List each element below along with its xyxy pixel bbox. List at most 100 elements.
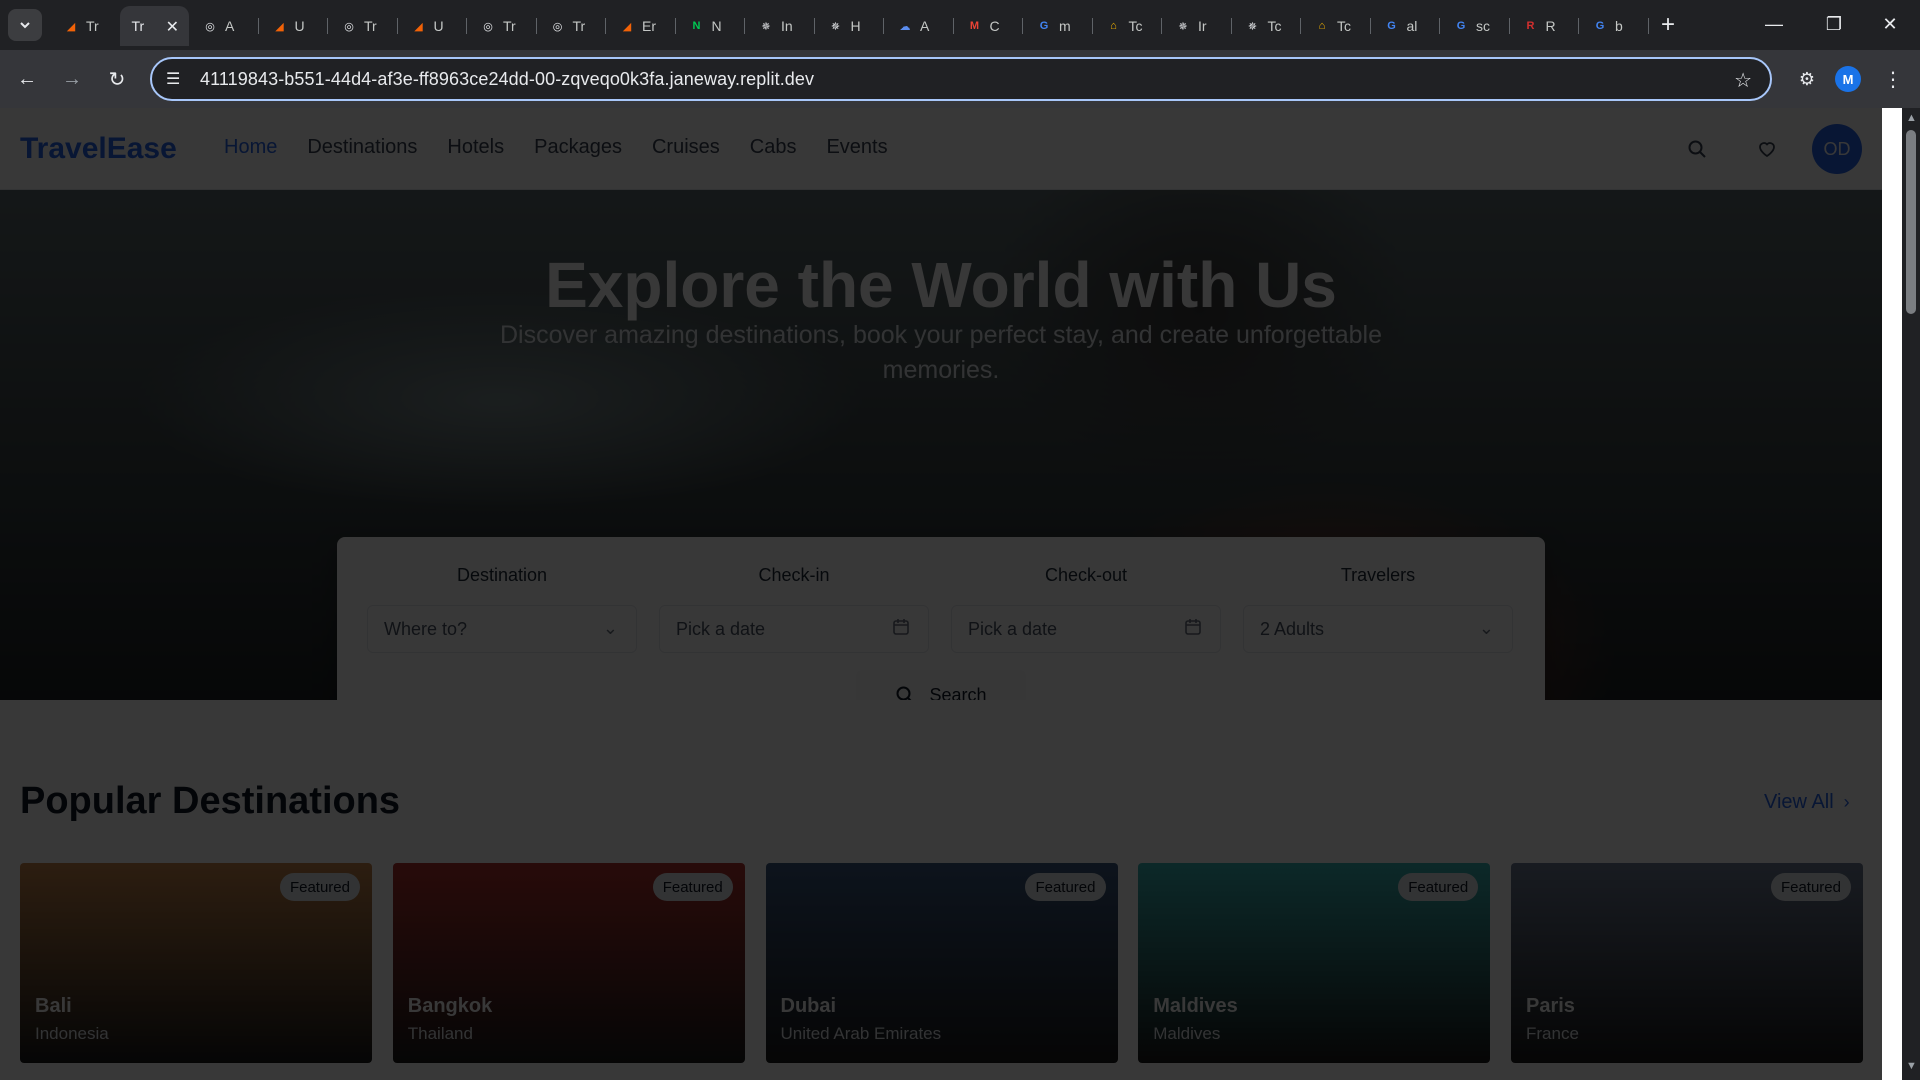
destination-card-maldives[interactable]: Featured Maldives Maldives xyxy=(1138,863,1491,1063)
destination-name: Maldives xyxy=(1153,995,1238,1017)
browser-tab[interactable]: NN xyxy=(676,6,746,46)
browser-tab[interactable]: ☁ A xyxy=(884,6,954,46)
close-window-button[interactable]: ✕ xyxy=(1862,6,1918,42)
check-in-value: Pick a date xyxy=(676,618,766,639)
check-in-date-picker[interactable]: Pick a date xyxy=(659,605,929,653)
site-logo[interactable]: TravelEase xyxy=(20,132,177,166)
browser-tab[interactable]: ◎ A xyxy=(189,6,259,46)
destination-card-paris[interactable]: Featured Paris France xyxy=(1511,863,1863,1063)
nav-item-destinations[interactable]: Destinations xyxy=(307,136,417,159)
profile-initial: M xyxy=(1842,71,1854,87)
featured-badge: Featured xyxy=(1025,873,1106,901)
page-scrollbar[interactable]: ▲ ▼ xyxy=(1902,108,1920,1080)
browser-tab[interactable]: ◢ U xyxy=(398,6,468,46)
profile-button[interactable]: M xyxy=(1835,66,1861,92)
scroll-down-icon[interactable]: ▼ xyxy=(1906,1060,1917,1072)
replit-icon: ◢ xyxy=(66,20,76,33)
browser-tab[interactable]: ◢ U xyxy=(259,6,329,46)
url-text[interactable]: 41119843-b551-44d4-af3e-ff8963ce24dd-00-… xyxy=(200,69,814,90)
openai-icon: ✵ xyxy=(761,20,771,33)
browser-tab[interactable]: Gb xyxy=(1579,6,1649,46)
nav-item-packages[interactable]: Packages xyxy=(534,136,622,159)
browser-tab[interactable]: ✵ H xyxy=(815,6,885,46)
travelease-page: TravelEase Home Destinations Hotels Package… xyxy=(0,108,1882,1080)
destination-country: Maldives xyxy=(1153,1024,1221,1043)
browser-tab[interactable]: ◎ Tr xyxy=(467,6,537,46)
nav-item-events[interactable]: Events xyxy=(826,136,887,159)
n-logo-icon: N xyxy=(692,20,701,32)
extensions-button[interactable]: ⚙ xyxy=(1790,62,1824,96)
tab-title: Tr xyxy=(572,18,586,34)
destination-card-dubai[interactable]: Featured Dubai United Arab Emirates xyxy=(765,863,1118,1063)
tab-title: Tr xyxy=(503,18,516,34)
destination-label: Destination xyxy=(456,565,548,585)
check-out-date-picker[interactable]: Pick a date xyxy=(951,605,1221,653)
search-button[interactable] xyxy=(1682,134,1712,164)
destination-card-bali[interactable]: Featured Bali Indonesia xyxy=(20,863,372,1063)
destination-value: Where to? xyxy=(384,618,468,639)
browser-tab[interactable]: MC xyxy=(954,6,1024,46)
bookmark-star-icon[interactable]: ☆ xyxy=(1734,68,1752,93)
search-submit-button[interactable]: Search xyxy=(856,670,1026,700)
booking-search-card: Destination Where to? ⌄ Check-in Pick a … xyxy=(337,537,1545,700)
destination-select[interactable]: Where to? ⌄ xyxy=(367,605,637,653)
browser-tab[interactable]: ✵ In xyxy=(745,6,815,46)
house-icon: ⌂ xyxy=(1110,20,1117,32)
google-icon: G xyxy=(1456,20,1466,32)
nav-item-cabs[interactable]: Cabs xyxy=(750,136,797,159)
tab-title: C xyxy=(989,18,1000,34)
featured-badge: Featured xyxy=(1770,873,1851,901)
tab-search-button[interactable] xyxy=(8,9,42,41)
site-settings-icon[interactable]: ☰ xyxy=(166,69,190,89)
nav-item-cruises[interactable]: Cruises xyxy=(652,136,720,159)
browser-tab[interactable]: ✵ Tc xyxy=(1232,6,1302,46)
minimize-button[interactable]: — xyxy=(1746,6,1802,42)
openai-icon: ✵ xyxy=(830,20,841,33)
check-out-value: Pick a date xyxy=(968,618,1058,639)
browser-tab[interactable]: Gsc xyxy=(1440,6,1510,46)
destination-country: Indonesia xyxy=(35,1024,109,1043)
calendar-icon xyxy=(892,618,910,641)
browser-tab[interactable]: ⌂ Tc xyxy=(1301,6,1371,46)
travelers-select[interactable]: 2 Adults ⌄ xyxy=(1243,605,1513,653)
tab-title: R xyxy=(1545,18,1556,34)
close-tab-icon[interactable]: ✕ xyxy=(166,17,179,37)
scroll-thumb[interactable] xyxy=(1906,130,1916,314)
google-icon: G xyxy=(1387,20,1396,32)
tab-title: sc xyxy=(1476,18,1490,34)
browser-tab[interactable]: RR xyxy=(1510,6,1580,46)
browser-tab[interactable]: ◢ Er xyxy=(606,6,676,46)
featured-badge: Featured xyxy=(1398,873,1479,901)
browser-tab[interactable]: ✵ Ir xyxy=(1162,6,1232,46)
travelers-value: 2 Adults xyxy=(1260,618,1325,639)
destination-country: United Arab Emirates xyxy=(780,1024,942,1043)
user-avatar[interactable]: OD xyxy=(1812,124,1862,174)
google-icon: G xyxy=(1039,20,1049,32)
browser-tab[interactable]: Tr ✕ xyxy=(119,6,189,46)
forward-button[interactable]: → xyxy=(55,62,89,96)
destination-card-bangkok[interactable]: Featured Bangkok Thailand xyxy=(392,863,745,1063)
nav-item-home[interactable]: Home xyxy=(224,136,277,159)
restore-button[interactable]: ❐ xyxy=(1806,6,1862,42)
browser-tab[interactable]: Gal xyxy=(1371,6,1441,46)
browser-tab[interactable]: ⌂ Tc xyxy=(1093,6,1163,46)
favorites-button[interactable] xyxy=(1752,134,1782,164)
browser-tab[interactable]: Gm xyxy=(1023,6,1093,46)
replit-icon: ◢ xyxy=(414,20,423,33)
check-out-label: Check-out xyxy=(1044,565,1128,585)
scroll-up-icon[interactable]: ▲ xyxy=(1906,112,1917,124)
openai-icon: ✵ xyxy=(1178,20,1188,33)
browser-tab[interactable]: ◎ Tr xyxy=(537,6,607,46)
browser-menu-button[interactable]: ⋮ xyxy=(1878,62,1908,96)
destination-field: Destination Where to? ⌄ xyxy=(367,565,637,653)
address-bar[interactable]: ☰ 41119843-b551-44d4-af3e-ff8963ce24dd-0… xyxy=(150,57,1772,101)
view-all-link[interactable]: View All › xyxy=(1764,791,1850,814)
reload-button[interactable]: ↻ xyxy=(100,62,134,96)
nav-item-hotels[interactable]: Hotels xyxy=(447,136,504,159)
tab-title: In xyxy=(781,18,793,34)
back-button[interactable]: ← xyxy=(10,62,44,96)
browser-tab[interactable]: ◎ Tr xyxy=(328,6,398,46)
browser-tab[interactable]: ◢ Tr xyxy=(50,6,120,46)
new-tab-button[interactable]: + xyxy=(1652,9,1684,41)
search-icon xyxy=(896,686,912,700)
